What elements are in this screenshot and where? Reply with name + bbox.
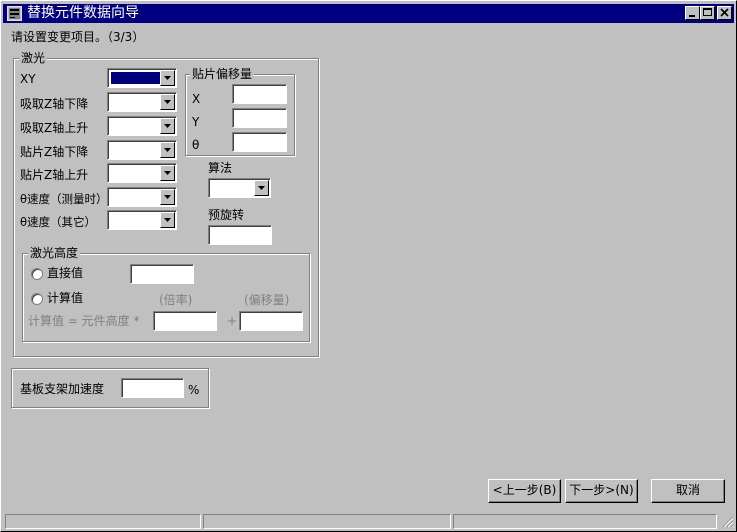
chevron-down-icon: [164, 195, 171, 199]
algorithm-combo[interactable]: [208, 178, 271, 198]
offset-theta-label: θ: [192, 138, 200, 152]
next-button[interactable]: 下一步>(N): [565, 479, 638, 503]
ratio-label: (倍率): [159, 293, 193, 307]
direct-label: 直接值: [47, 266, 84, 280]
place-z-down-combo[interactable]: [107, 140, 177, 160]
offset-x-input[interactable]: [232, 84, 287, 104]
chevron-down-icon: [258, 186, 265, 190]
calc-label: 计算值: [47, 291, 84, 305]
algorithm-label: 算法: [208, 161, 233, 175]
theta-speed-measure-combo-arrow[interactable]: [160, 189, 175, 205]
chevron-down-icon: [164, 171, 171, 175]
minimize-icon: [689, 15, 695, 17]
xy-combo-arrow[interactable]: [160, 70, 175, 86]
accel-input[interactable]: [121, 378, 184, 398]
pick-z-up-combo-arrow[interactable]: [160, 118, 175, 134]
xy-combo[interactable]: [107, 68, 177, 88]
xy-label: XY: [20, 72, 36, 86]
place-z-down-combo-arrow[interactable]: [160, 142, 175, 158]
theta-speed-other-combo-arrow[interactable]: [160, 212, 175, 228]
offset-x-label: X: [192, 92, 201, 106]
height-group-caption: 激光高度: [28, 246, 81, 260]
instruction-text: 请设置变更项目。（3/3）: [11, 30, 145, 44]
title-bar: 替换元件数据向导: [3, 4, 734, 23]
direct-radio[interactable]: [31, 268, 43, 280]
status-pane-1: [5, 514, 201, 529]
pick-z-up-combo[interactable]: [107, 116, 177, 136]
chevron-down-icon: [164, 100, 171, 104]
pick-z-down-combo-arrow[interactable]: [160, 94, 175, 110]
theta-speed-other-label: θ速度（其它）: [20, 215, 97, 229]
laser-group-caption: 激光: [19, 51, 48, 65]
resize-grip-icon[interactable]: [721, 515, 734, 528]
accel-unit: %: [188, 383, 200, 397]
maximize-icon: [703, 8, 712, 16]
theta-speed-measure-combo[interactable]: [107, 187, 177, 207]
pick-z-up-label: 吸取Z轴上升: [20, 121, 89, 135]
place-z-up-combo-arrow[interactable]: [160, 165, 175, 181]
formula-label: 计算值 = 元件高度 *: [28, 314, 140, 328]
place-z-up-label: 贴片Z轴上升: [20, 168, 89, 182]
theta-speed-measure-label: θ速度（测量时）: [20, 192, 108, 206]
pick-z-down-combo[interactable]: [107, 92, 177, 112]
offset-y-input[interactable]: [232, 108, 287, 128]
offset-value-input[interactable]: [239, 311, 303, 331]
offset-theta-input[interactable]: [232, 132, 287, 152]
app-icon: [7, 6, 22, 21]
plus-label: +: [227, 314, 238, 328]
accel-label: 基板支架加速度: [20, 382, 105, 396]
pick-z-down-label: 吸取Z轴下降: [20, 97, 89, 111]
close-icon: [720, 8, 729, 17]
chevron-down-icon: [164, 148, 171, 152]
prerotate-input[interactable]: [208, 225, 272, 245]
wizard-window: 替换元件数据向导 请设置变更项目。（3/3） 激光 XY 吸取Z轴下降 吸取Z轴…: [0, 0, 737, 532]
chevron-down-icon: [164, 218, 171, 222]
offset-col-label: (偏移量): [244, 293, 290, 307]
place-z-down-label: 贴片Z轴下降: [20, 145, 89, 159]
place-z-up-combo[interactable]: [107, 163, 177, 183]
chevron-down-icon: [164, 124, 171, 128]
prerotate-label: 预旋转: [208, 208, 245, 222]
status-pane-2: [203, 514, 451, 529]
chevron-down-icon: [164, 76, 171, 80]
close-button[interactable]: [717, 6, 732, 20]
window-title: 替换元件数据向导: [27, 5, 139, 21]
ratio-input[interactable]: [153, 311, 217, 331]
status-bar: [3, 512, 734, 530]
calc-radio[interactable]: [31, 293, 43, 305]
xy-combo-selection: [110, 71, 162, 85]
back-button[interactable]: <上一步(B): [488, 479, 561, 503]
algorithm-combo-arrow[interactable]: [254, 180, 269, 196]
offset-group-caption: 贴片偏移量: [190, 67, 255, 81]
maximize-button[interactable]: [700, 6, 715, 20]
minimize-button[interactable]: [685, 6, 700, 20]
cancel-button[interactable]: 取消: [651, 479, 725, 503]
theta-speed-other-combo[interactable]: [107, 210, 177, 230]
status-pane-3: [453, 514, 717, 529]
offset-y-label: Y: [192, 115, 200, 129]
direct-value-input[interactable]: [130, 264, 194, 284]
